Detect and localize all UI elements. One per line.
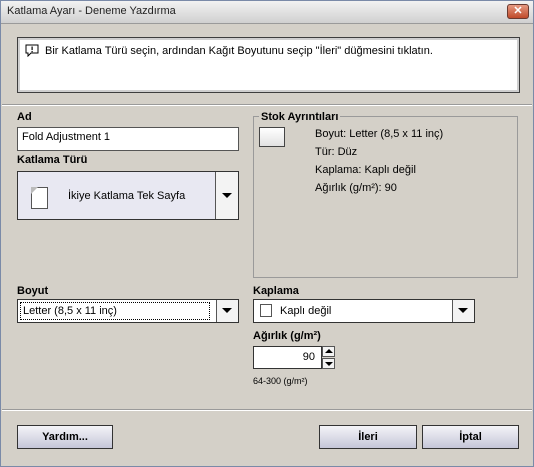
name-input[interactable]: Fold Adjustment 1 — [17, 127, 239, 151]
coating-dropdown[interactable]: Kaplı değil — [253, 299, 475, 323]
coating-label: Kaplama — [253, 285, 299, 297]
fold-type-dropdown[interactable]: İkiye Katlama Tek Sayfa — [17, 171, 239, 220]
help-button[interactable]: Yardım... — [17, 425, 113, 449]
chevron-down-icon — [458, 308, 468, 313]
size-dropdown-button[interactable] — [216, 300, 238, 322]
name-label: Ad — [17, 111, 32, 123]
weight-decrement-button[interactable] — [322, 358, 335, 369]
bottom-divider — [2, 409, 532, 411]
weight-spinner — [322, 346, 335, 369]
stock-coating: Kaplama: Kaplı değil — [315, 164, 416, 176]
chevron-down-icon — [222, 193, 232, 198]
window-title: Katlama Ayarı - Deneme Yazdırma — [7, 5, 176, 17]
top-divider — [2, 104, 532, 106]
name-input-value: Fold Adjustment 1 — [22, 131, 111, 143]
coating-dropdown-button[interactable] — [452, 300, 474, 322]
page-corner-fold — [31, 187, 38, 194]
fold-type-dropdown-button[interactable] — [215, 172, 238, 219]
close-icon: ✕ — [513, 5, 523, 17]
fold-adjustment-dialog: Katlama Ayarı - Deneme Yazdırma ✕ Bir Ka… — [0, 0, 534, 467]
weight-increment-button[interactable] — [322, 346, 335, 357]
fold-type-value: İkiye Katlama Tek Sayfa — [68, 190, 186, 202]
size-value: Letter (8,5 x 11 inç) — [23, 305, 117, 317]
size-dropdown[interactable]: Letter (8,5 x 11 inç) — [17, 299, 239, 323]
instruction-message: Bir Katlama Türü seçin, ardından Kağıt B… — [45, 45, 433, 57]
instruction-message-box: Bir Katlama Türü seçin, ardından Kağıt B… — [17, 37, 520, 93]
stock-details-group — [253, 116, 518, 278]
close-button[interactable]: ✕ — [507, 4, 529, 19]
weight-label: Ağırlık (g/m²) — [253, 330, 321, 342]
uncoated-paper-icon — [260, 304, 272, 317]
cancel-button[interactable]: İptal — [422, 425, 519, 449]
stock-details-legend: Stok Ayrıntıları — [259, 111, 341, 123]
fold-type-label: Katlama Türü — [17, 154, 88, 166]
speech-bubble-exclamation-icon — [25, 44, 39, 57]
paper-stock-icon — [259, 127, 285, 147]
chevron-up-icon — [325, 349, 333, 353]
chevron-down-icon — [222, 308, 232, 313]
weight-range: 64-300 (g/m²) — [253, 376, 308, 386]
weight-value: 90 — [302, 351, 315, 363]
stock-weight: Ağırlık (g/m²): 90 — [315, 182, 397, 194]
chevron-down-icon — [325, 362, 333, 366]
size-label: Boyut — [17, 285, 49, 297]
next-button[interactable]: İleri — [319, 425, 417, 449]
coating-value: Kaplı değil — [280, 305, 332, 317]
stock-size: Boyut: Letter (8,5 x 11 inç) — [315, 128, 444, 140]
title-bar: Katlama Ayarı - Deneme Yazdırma ✕ — [1, 1, 533, 24]
stock-type: Tür: Düz — [315, 146, 358, 158]
weight-input[interactable]: 90 — [253, 346, 322, 369]
